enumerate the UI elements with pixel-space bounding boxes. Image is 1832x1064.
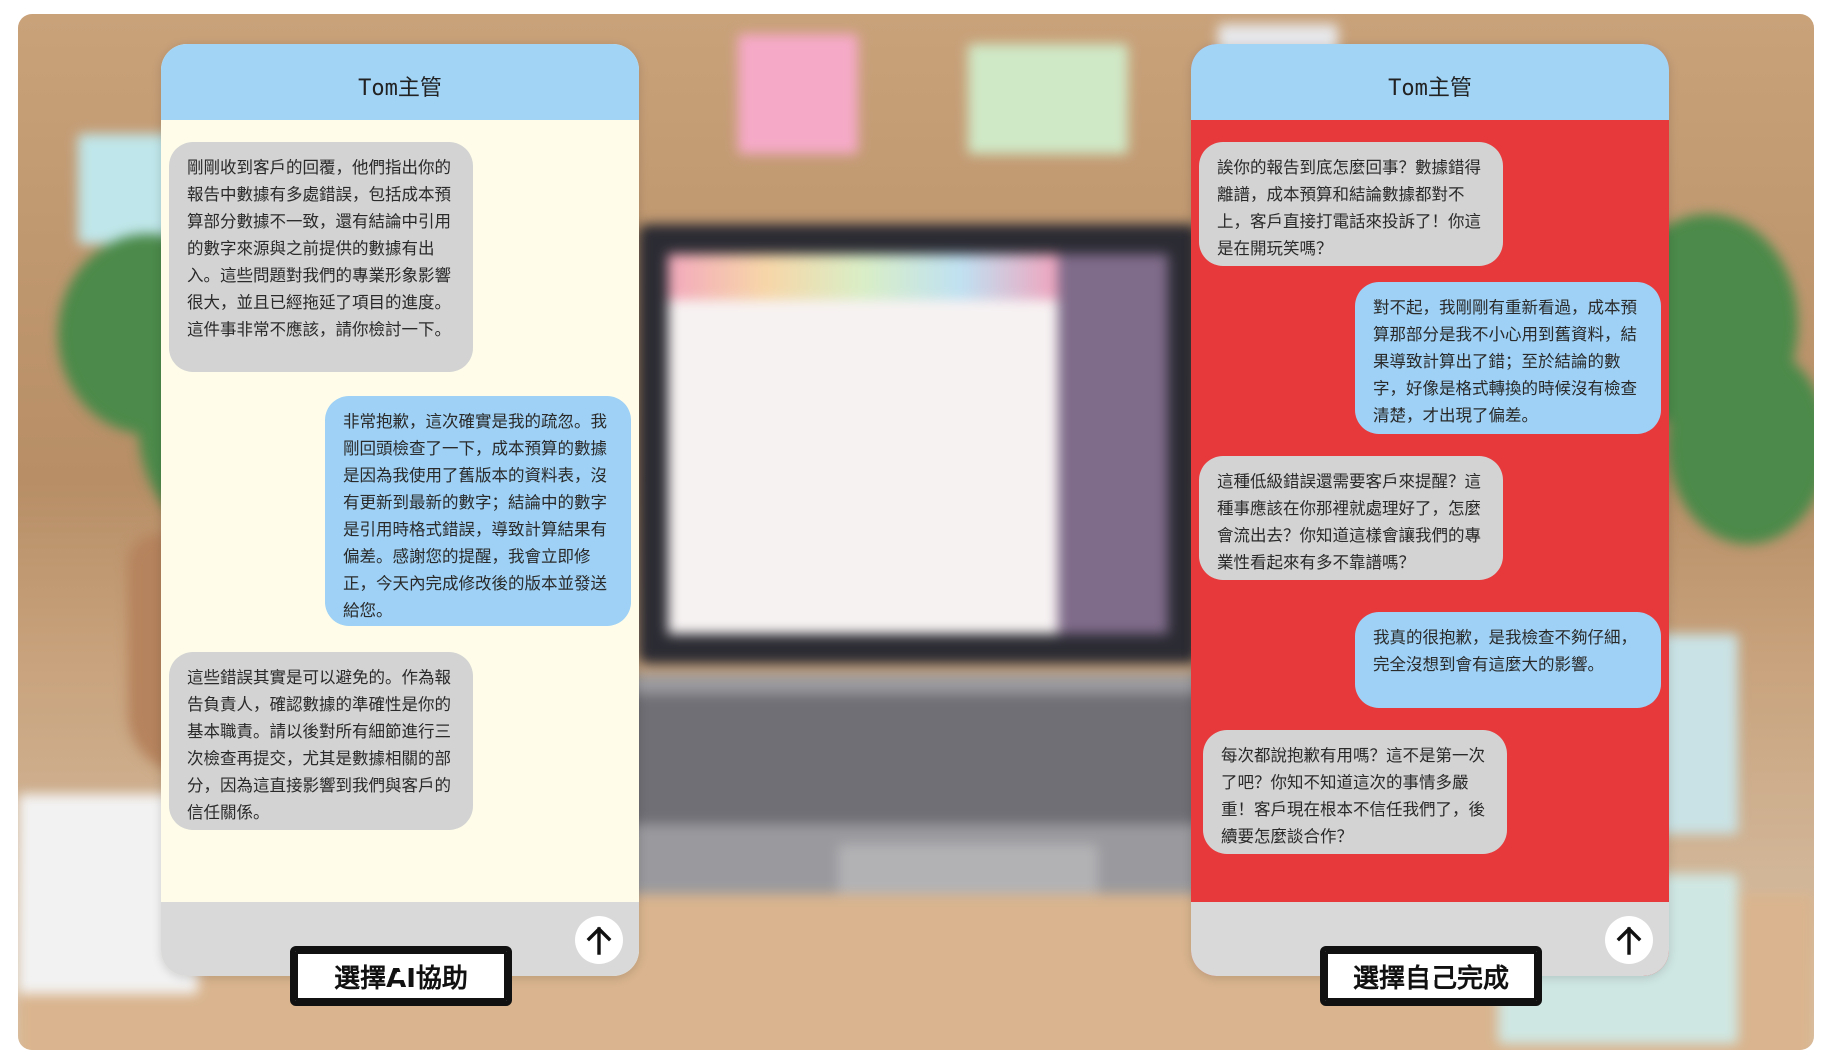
message-bubble-incoming: 這些錯誤其實是可以避免的。作為報告負責人，確認數據的準確性是你的基本職責。請以後… bbox=[169, 652, 473, 830]
choice-label: 選擇自己完成 bbox=[1352, 963, 1509, 994]
send-button[interactable] bbox=[1605, 916, 1653, 964]
chat-title: Tom主管 bbox=[1388, 76, 1472, 101]
arrow-up-icon bbox=[1616, 926, 1642, 955]
choose-ai-assist-button[interactable]: 選擇AI協助 bbox=[290, 946, 512, 1006]
send-button[interactable] bbox=[575, 916, 623, 964]
chat-panel-ai-assist: Tom主管 剛剛收到客戶的回覆，他們指出你的報告中數據有多處錯誤，包括成本預算部… bbox=[161, 44, 639, 976]
chat-header: Tom主管 bbox=[161, 44, 639, 120]
message-bubble-incoming: 剛剛收到客戶的回覆，他們指出你的報告中數據有多處錯誤，包括成本預算部分數據不一致… bbox=[169, 142, 473, 372]
message-bubble-incoming: 這種低級錯誤還需要客戶來提醒？這種事應該在你那裡就處理好了，怎麼會流出去？你知道… bbox=[1199, 456, 1503, 580]
message-bubble-outgoing: 對不起，我剛剛有重新看過，成本預算那部分是我不小心用到舊資料，結果導致計算出了錯… bbox=[1355, 282, 1661, 434]
chat-header: Tom主管 bbox=[1191, 44, 1669, 120]
message-bubble-outgoing: 非常抱歉，這次確實是我的疏忽。我剛回頭檢查了一下，成本預算的數據是因為我使用了舊… bbox=[325, 396, 631, 626]
choose-self-complete-button[interactable]: 選擇自己完成 bbox=[1320, 946, 1542, 1006]
message-bubble-incoming: 每次都說抱歉有用嗎？這不是第一次了吧？你知不知道這次的事情多嚴重！客戶現在根本不… bbox=[1203, 730, 1507, 854]
message-bubble-outgoing: 我真的很抱歉，是我檢查不夠仔細，完全沒想到會有這麼大的影響。 bbox=[1355, 612, 1661, 708]
chat-title: Tom主管 bbox=[358, 76, 442, 101]
choice-label: 選擇AI協助 bbox=[334, 963, 468, 994]
chat-panel-self-complete: Tom主管 誒你的報告到底怎麼回事？數據錯得離譜，成本預算和結論數據都對不上，客… bbox=[1191, 44, 1669, 976]
arrow-up-icon bbox=[586, 926, 612, 955]
message-bubble-incoming: 誒你的報告到底怎麼回事？數據錯得離譜，成本預算和結論數據都對不上，客戶直接打電話… bbox=[1199, 142, 1503, 266]
